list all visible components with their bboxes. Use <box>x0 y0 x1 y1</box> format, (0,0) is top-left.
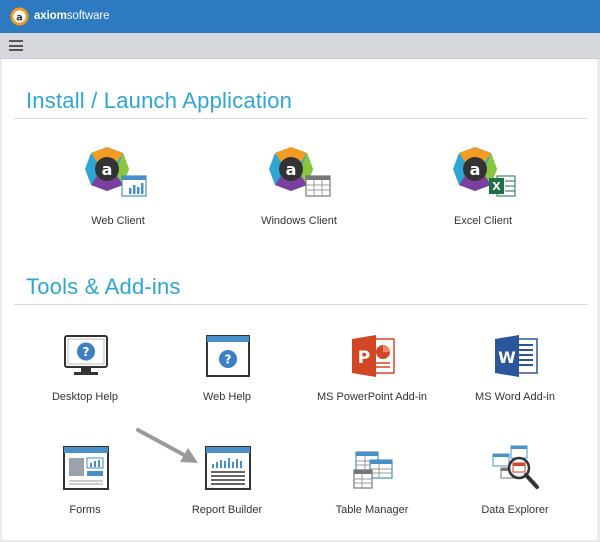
tile-label: Windows Client <box>261 215 337 227</box>
svg-text:?: ? <box>83 345 90 359</box>
svg-text:a: a <box>16 12 22 23</box>
word-addin-tile[interactable]: W MS Word Add-in <box>440 329 590 409</box>
tile-label: MS Word Add-in <box>475 391 555 403</box>
powerpoint-icon: P <box>352 335 395 377</box>
brand-name: axiomsoftware <box>34 10 110 22</box>
svg-text:a: a <box>470 160 481 179</box>
tile-label: Desktop Help <box>51 391 119 403</box>
table-manager-icon <box>353 451 393 489</box>
main-panel: Install / Launch Application a Web Clien… <box>2 59 597 540</box>
forms-icon <box>63 446 109 490</box>
svg-text:P: P <box>358 348 370 368</box>
powerpoint-addin-tile[interactable]: P MS PowerPoint Add-in <box>297 329 447 409</box>
web-help-icon: ? <box>206 335 250 377</box>
desktop-help-icon: ? <box>64 335 108 375</box>
excel-client-tile[interactable]: a X Excel Client <box>408 141 558 231</box>
windows-client-icon: a <box>269 147 331 197</box>
excel-client-icon: a X <box>453 147 516 197</box>
tools-section-title: Tools & Add-ins <box>26 274 181 299</box>
desktop-help-tile[interactable]: ? Desktop Help <box>10 329 160 409</box>
tile-label: Web Help <box>202 391 252 403</box>
hamburger-menu-icon[interactable] <box>9 40 23 51</box>
data-explorer-tile[interactable]: Data Explorer <box>440 442 590 522</box>
section-divider <box>14 304 588 305</box>
web-client-tile[interactable]: a Web Client <box>43 141 193 231</box>
word-icon: W <box>495 335 538 377</box>
tile-label: Web Client <box>91 215 145 227</box>
tile-label: Report Builder <box>191 504 263 516</box>
section-divider <box>14 118 588 119</box>
axiom-logo-icon: a <box>10 7 29 26</box>
windows-client-tile[interactable]: a Windows Client <box>224 141 374 231</box>
table-manager-tile[interactable]: Table Manager <box>297 442 447 522</box>
web-help-tile[interactable]: ? Web Help <box>152 329 302 409</box>
tile-label: Table Manager <box>335 504 409 516</box>
top-bar: a axiomsoftware <box>0 0 600 33</box>
tile-label: Excel Client <box>453 215 513 227</box>
data-explorer-icon <box>492 445 539 489</box>
svg-text:W: W <box>498 348 516 367</box>
svg-text:a: a <box>102 160 113 179</box>
svg-text:?: ? <box>225 353 232 367</box>
install-section-title: Install / Launch Application <box>26 88 293 113</box>
tile-label: Forms <box>69 504 101 516</box>
svg-text:X: X <box>492 180 501 193</box>
tile-label: MS PowerPoint Add-in <box>316 391 428 403</box>
web-client-icon: a <box>85 147 147 197</box>
sub-toolbar <box>0 33 600 59</box>
svg-text:a: a <box>286 160 297 179</box>
report-builder-icon <box>205 446 251 490</box>
tile-label: Data Explorer <box>481 504 549 516</box>
pointer-arrow-icon <box>136 428 198 463</box>
